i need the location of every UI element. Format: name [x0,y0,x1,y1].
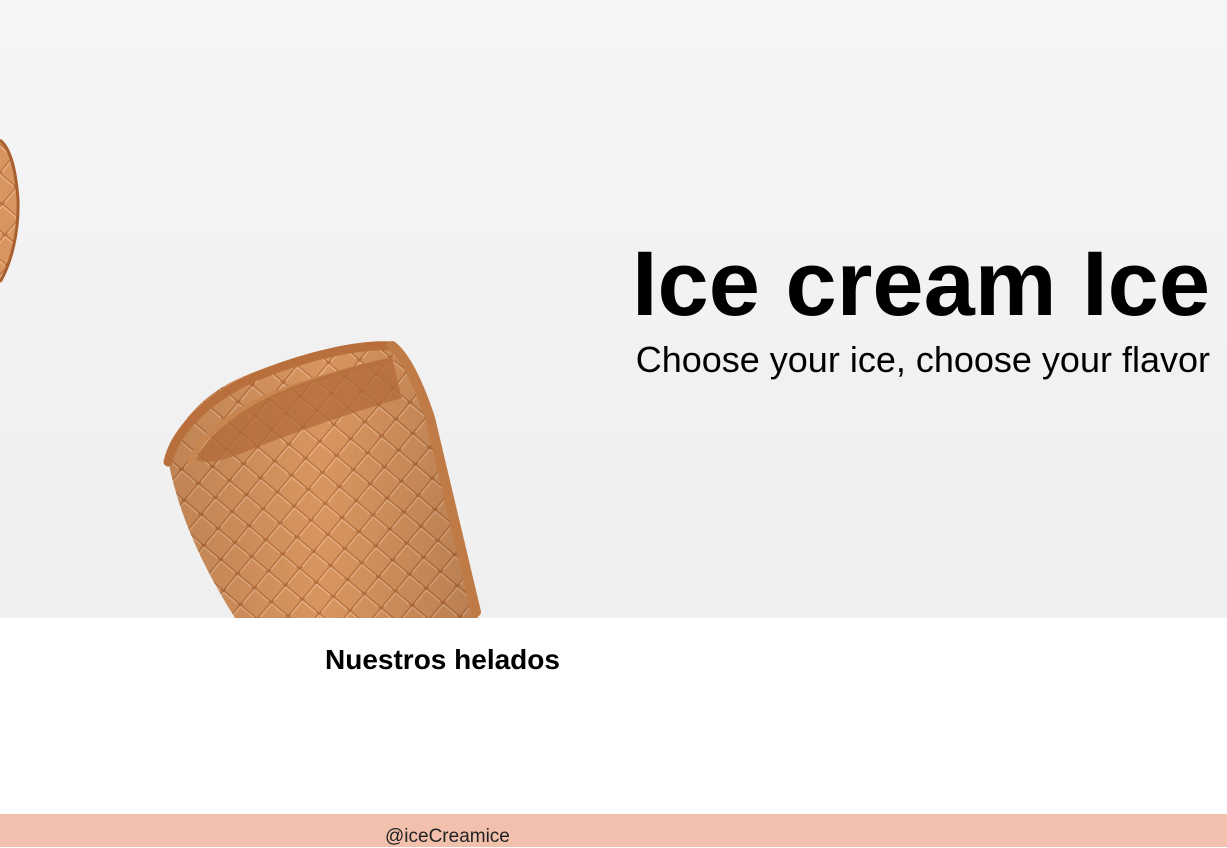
footer-social-handle[interactable]: @iceCreamice [385,826,510,848]
hero-subtitle: Choose your ice, choose your flavor [635,339,1210,380]
hero-banner: Ice cream Ice Choose your ice, choose yo… [0,0,1227,618]
section-title: Nuestros helados [325,644,560,675]
hero-title: Ice cream Ice [631,233,1210,335]
waffle-cone-icon [163,341,481,618]
left-cone-icon [0,138,20,283]
footer: @iceCreamice [0,814,1227,847]
